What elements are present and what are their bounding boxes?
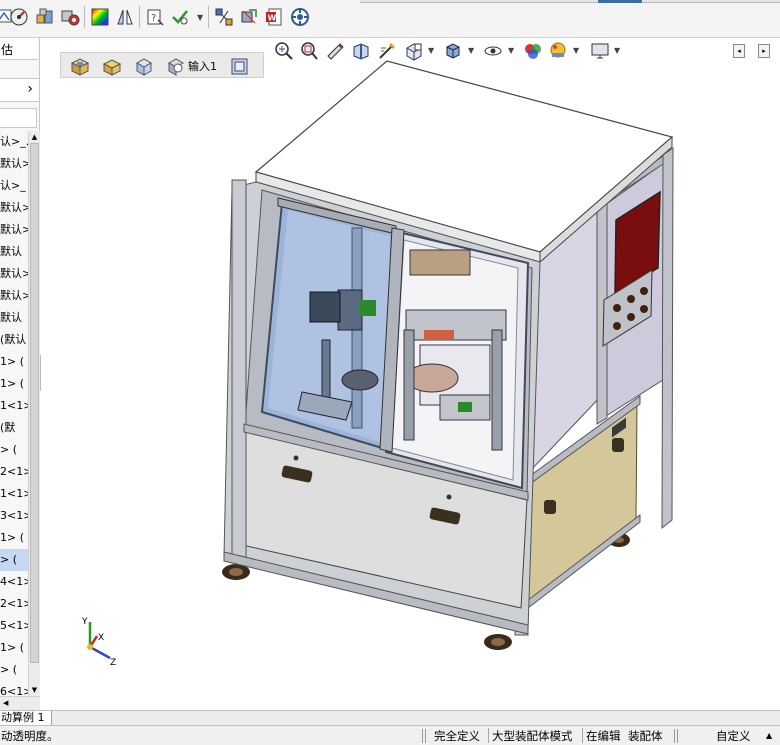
status-editing: 在编辑 bbox=[586, 729, 621, 743]
status-units-up-icon[interactable]: ▲ bbox=[766, 731, 772, 740]
front-left-post bbox=[231, 179, 247, 561]
model-tabs: 动算例 1 bbox=[0, 710, 780, 726]
side-handle bbox=[544, 500, 556, 514]
triad-x-label: X bbox=[98, 633, 104, 643]
status-separator bbox=[582, 728, 583, 743]
machine-model[interactable]: Y X Z bbox=[0, 0, 780, 710]
status-separator bbox=[488, 728, 489, 743]
status-large-assembly-mode[interactable]: 大型装配体模式 bbox=[492, 728, 573, 744]
status-custom-units[interactable]: 自定义 bbox=[716, 728, 751, 744]
side-back-post bbox=[661, 147, 674, 530]
status-fully-defined: 完全定义 bbox=[434, 729, 480, 743]
status-separator bbox=[674, 729, 678, 743]
motion-study-tab[interactable]: 动算例 1 bbox=[0, 711, 52, 726]
status-separator bbox=[422, 729, 426, 743]
status-message: 动透明度。 bbox=[1, 729, 59, 743]
status-bar: 动透明度。 完全定义 大型装配体模式 在编辑 装配体 自定义 ▲ bbox=[0, 725, 780, 745]
triad-z-label: Z bbox=[110, 658, 116, 668]
triad-y-label: Y bbox=[81, 617, 88, 627]
side-handle bbox=[612, 438, 624, 452]
status-editing-target: 装配体 bbox=[628, 729, 663, 743]
